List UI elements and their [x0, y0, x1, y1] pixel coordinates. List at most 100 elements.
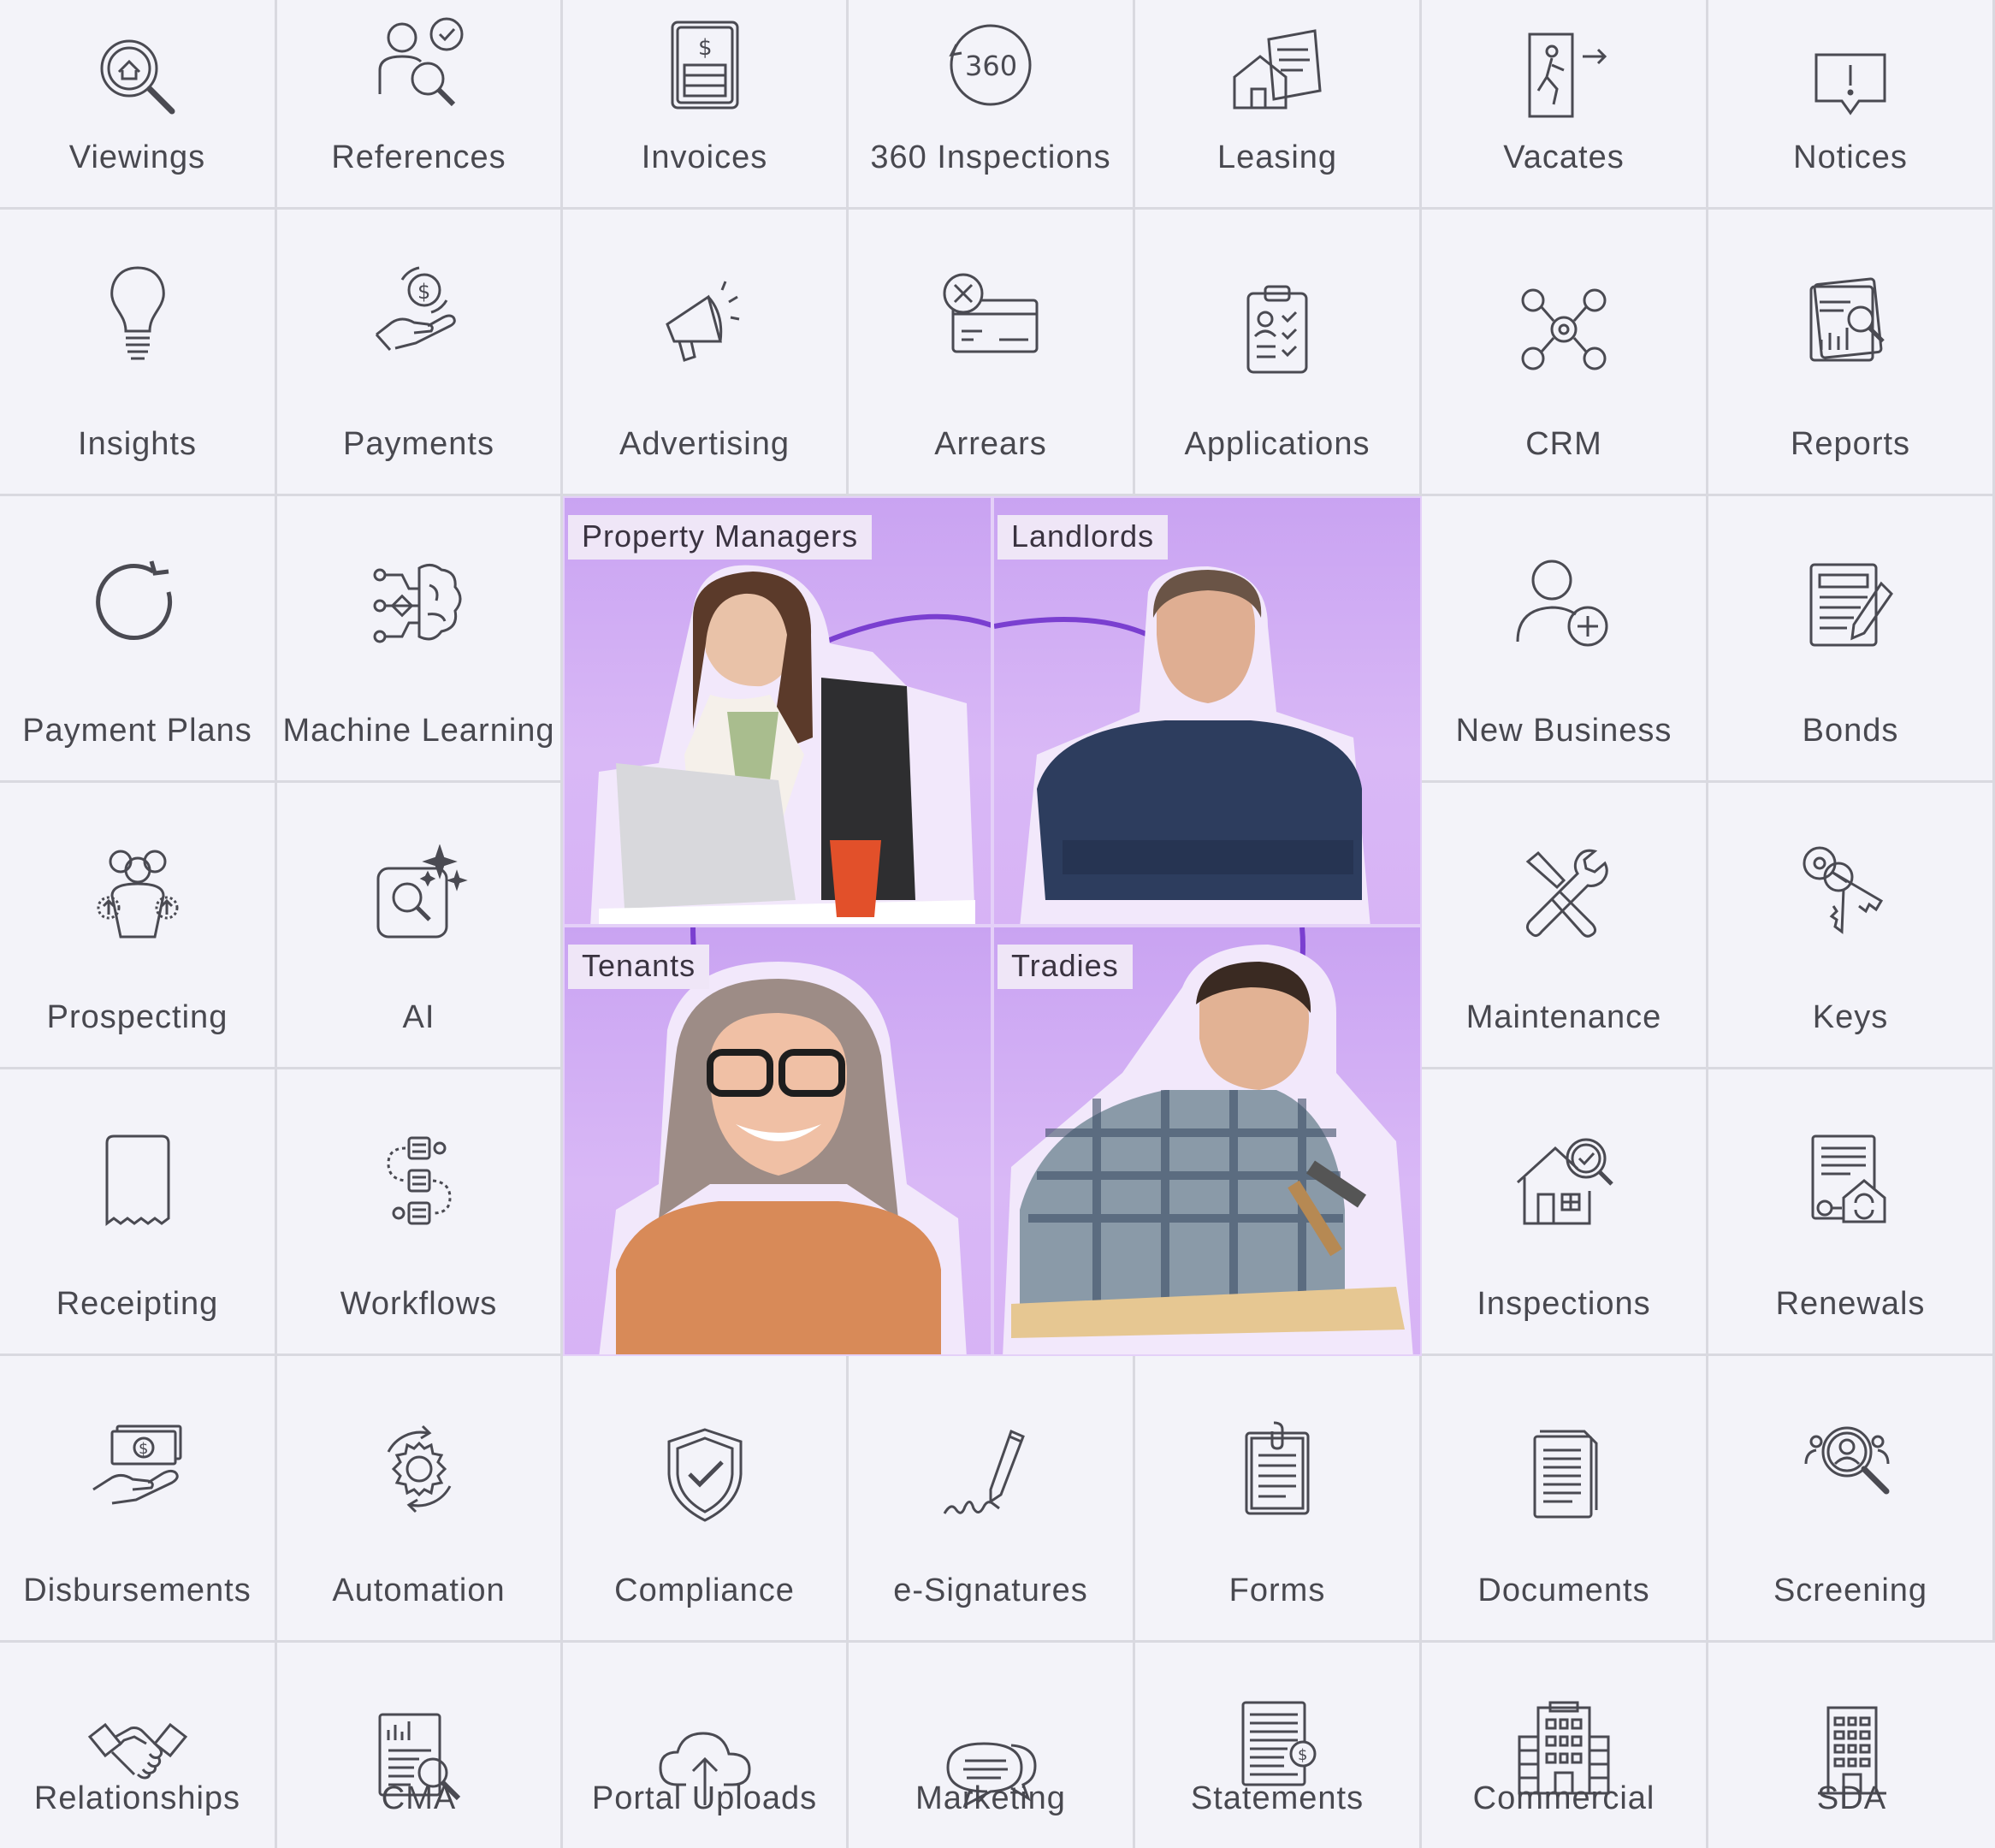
feature-label: Statements	[1190, 1780, 1365, 1816]
feature-grid: Viewings References $ Invoices 360 360 I…	[0, 0, 1995, 1848]
feature-tile-leasing[interactable]: Leasing	[1135, 0, 1422, 210]
feature-label: Automation	[332, 1573, 506, 1608]
feature-tile-keys[interactable]: Keys	[1708, 783, 1995, 1069]
add-user-icon	[1513, 553, 1615, 655]
feature-label: Compliance	[614, 1573, 795, 1608]
feature-tile-references[interactable]: References	[277, 0, 563, 210]
feature-tile-statements[interactable]: $ Statements	[1135, 1643, 1422, 1848]
shield-check-icon	[654, 1424, 756, 1527]
feature-tile-forms[interactable]: Forms	[1135, 1356, 1422, 1643]
feature-tile-screening[interactable]: Screening	[1708, 1356, 1995, 1643]
feature-label: Portal Uploads	[591, 1780, 818, 1816]
feature-label: Relationships	[33, 1780, 241, 1816]
landlord-illustration	[994, 566, 1370, 924]
workflow-icon	[368, 1129, 471, 1232]
feature-tile-crm[interactable]: CRM	[1422, 210, 1708, 496]
house-inspect-icon	[1513, 1129, 1615, 1232]
lease-house-icon	[1226, 22, 1329, 125]
persona-tradies[interactable]: Tradies	[992, 926, 1422, 1356]
feature-tile-applications[interactable]: Applications	[1135, 210, 1422, 496]
feature-label: Payment Plans	[22, 713, 252, 749]
feature-label: Disbursements	[23, 1573, 252, 1608]
feature-tile-insights[interactable]: Insights	[0, 210, 277, 496]
feature-label: Prospecting	[46, 999, 228, 1035]
refresh-circle-icon	[86, 554, 189, 657]
feature-label: Machine Learning	[282, 713, 555, 749]
persona-tag: Tenants	[568, 945, 710, 989]
feature-tile-inspections[interactable]: Inspections	[1422, 1069, 1708, 1356]
feature-label: CRM	[1525, 426, 1602, 462]
tenant-illustration	[599, 927, 967, 1354]
feature-tile-automation[interactable]: Automation	[277, 1356, 563, 1643]
feature-tile-new-business[interactable]: New Business	[1422, 496, 1708, 783]
persona-tenants[interactable]: Tenants	[563, 926, 992, 1356]
feature-tile-documents[interactable]: Documents	[1422, 1356, 1708, 1643]
svg-text:$: $	[139, 1440, 148, 1458]
feature-tile-portal-uploads[interactable]: Portal Uploads	[563, 1643, 849, 1848]
tradie-illustration	[1003, 927, 1413, 1354]
feature-label: Commercial	[1472, 1780, 1655, 1816]
feature-label: Reports	[1790, 426, 1911, 462]
feature-tile-payment-plans[interactable]: Payment Plans	[0, 496, 277, 783]
feature-label: Bonds	[1802, 713, 1899, 749]
feature-tile-compliance[interactable]: Compliance	[563, 1356, 849, 1643]
megaphone-icon	[654, 271, 756, 374]
feature-label: AI	[402, 999, 435, 1035]
feature-tile-vacates[interactable]: Vacates	[1422, 0, 1708, 210]
feature-label: Viewings	[68, 139, 206, 175]
feature-tile-relationships[interactable]: Relationships	[0, 1643, 277, 1848]
persona-landlords[interactable]: Landlords	[992, 496, 1422, 926]
feature-tile-arrears[interactable]: Arrears	[849, 210, 1135, 496]
feature-tile-commercial[interactable]: Commercial	[1422, 1643, 1708, 1848]
feature-tile-invoices[interactable]: $ Invoices	[563, 0, 849, 210]
feature-label: 360 Inspections	[870, 139, 1111, 175]
feature-tile-reports[interactable]: Reports	[1708, 210, 1995, 496]
feature-label: Documents	[1477, 1573, 1650, 1608]
invoice-icon: $	[654, 14, 756, 116]
svg-text:$: $	[1298, 1746, 1307, 1764]
feature-tile-maintenance[interactable]: Maintenance	[1422, 783, 1708, 1069]
feature-label: References	[331, 139, 506, 175]
gear-cycle-icon	[368, 1418, 471, 1520]
feature-label: Leasing	[1217, 139, 1338, 175]
card-declined-icon	[939, 270, 1042, 372]
feature-label: Workflows	[340, 1286, 498, 1322]
feature-label: Advertising	[619, 426, 790, 462]
clipboard-checklist-icon	[1226, 278, 1329, 381]
feature-label: Payments	[343, 426, 494, 462]
feature-label: New Business	[1455, 713, 1672, 749]
feature-tile-e-signatures[interactable]: e-Signatures	[849, 1356, 1135, 1643]
feature-tile-sda[interactable]: SDA	[1708, 1643, 1995, 1848]
feature-label: Invoices	[641, 139, 768, 175]
hand-coin-icon: $	[368, 261, 471, 364]
feature-tile-notices[interactable]: Notices	[1708, 0, 1995, 210]
feature-tile-renewals[interactable]: Renewals	[1708, 1069, 1995, 1356]
feature-tile-payments[interactable]: $ Payments	[277, 210, 563, 496]
feature-tile-ai[interactable]: AI	[277, 783, 563, 1069]
feature-tile-receipting[interactable]: Receipting	[0, 1069, 277, 1356]
feature-tile-advertising[interactable]: Advertising	[563, 210, 849, 496]
rotate-360-icon: 360	[939, 14, 1042, 116]
document-lines-icon	[1513, 1424, 1615, 1527]
feature-label: Receipting	[56, 1286, 219, 1322]
feature-tile-viewings[interactable]: Viewings	[0, 0, 277, 210]
feature-tile-prospecting[interactable]: Prospecting	[0, 783, 277, 1069]
feature-tile-bonds[interactable]: Bonds	[1708, 496, 1995, 783]
feature-tile-workflows[interactable]: Workflows	[277, 1069, 563, 1356]
hand-cash-icon: $	[86, 1418, 189, 1520]
feature-label: Keys	[1812, 999, 1889, 1035]
brain-circuit-icon	[368, 554, 471, 657]
feature-tile-machine-learning[interactable]: Machine Learning	[277, 496, 563, 783]
feature-tile-disbursements[interactable]: $ Disbursements	[0, 1356, 277, 1643]
feature-label: Maintenance	[1465, 999, 1662, 1035]
feature-tile-360-inspections[interactable]: 360 360 Inspections	[849, 0, 1135, 210]
persona-property-managers[interactable]: Property Managers	[563, 496, 992, 926]
feature-tile-marketing[interactable]: Marketing	[849, 1643, 1135, 1848]
feature-label: Vacates	[1503, 139, 1625, 175]
signature-pen-icon	[939, 1424, 1042, 1527]
persona-tag: Tradies	[998, 945, 1133, 989]
feature-label: Arrears	[934, 426, 1047, 462]
persona-tag: Landlords	[998, 515, 1169, 560]
feature-label: SDA	[1816, 1780, 1887, 1816]
feature-tile-cma[interactable]: CMA	[277, 1643, 563, 1848]
